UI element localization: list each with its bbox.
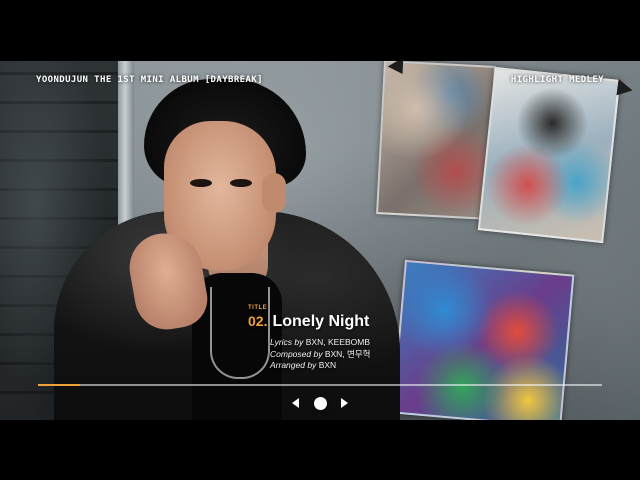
- wall-poster: [477, 66, 621, 244]
- progress-bar[interactable]: [38, 384, 602, 386]
- triangle-right-icon[interactable]: [341, 398, 348, 408]
- credit-names: BXN, 변무혁: [324, 348, 371, 359]
- credit-lyrics: Lyrics by BXN, KEEBOMB: [270, 337, 408, 349]
- album-title: YOONDUJUN THE 1ST MINI ALBUM [DAYBREAK]: [36, 75, 263, 85]
- credit-role: Lyrics by: [270, 337, 304, 347]
- credit-composed: Composed by BXN, 변무혁: [270, 349, 408, 361]
- credit-role: Arranged by: [270, 360, 317, 370]
- eye: [230, 179, 252, 187]
- title-track-tag: TITLE: [248, 305, 268, 311]
- triangle-left-icon[interactable]: [292, 398, 299, 408]
- dot-icon[interactable]: [313, 396, 327, 410]
- track-name: Lonely Night: [272, 313, 370, 330]
- track-credits: Lyrics by BXN, KEEBOMB Composed by BXN, …: [248, 337, 408, 372]
- eye: [190, 179, 212, 187]
- ear: [262, 173, 286, 213]
- credit-role: Composed by: [270, 348, 323, 359]
- playback-controls: [292, 395, 348, 411]
- track-number: 02.: [248, 313, 268, 329]
- medley-label: HIGHLIGHT MEDLEY: [510, 75, 604, 85]
- credit-arranged: Arranged by BXN: [270, 360, 408, 372]
- credit-names: BXN: [318, 360, 337, 370]
- video-player: YOONDUJUN THE 1ST MINI ALBUM [DAYBREAK] …: [0, 0, 640, 480]
- track-info: TITLE 02. Lonely Night Lyrics by BXN, KE…: [248, 305, 408, 372]
- track-heading: 02. Lonely Night: [248, 313, 408, 331]
- progress-fill: [38, 384, 81, 386]
- credit-names: BXN, KEEBOMB: [305, 337, 371, 347]
